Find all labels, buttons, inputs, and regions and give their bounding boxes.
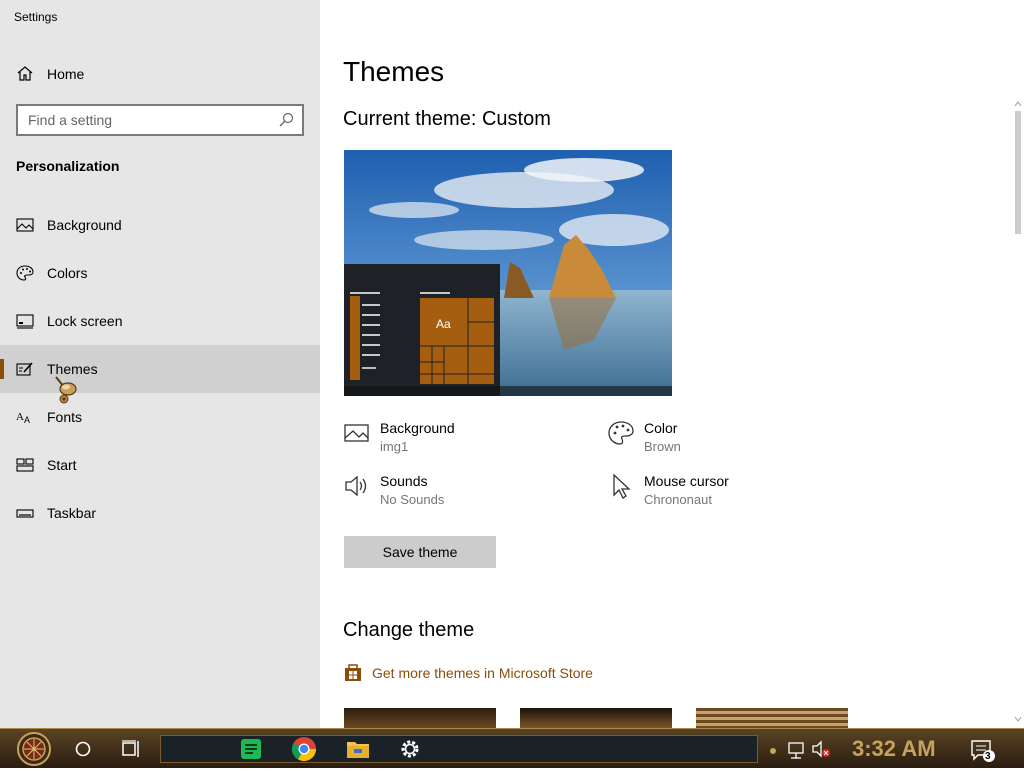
volume-muted-icon[interactable] bbox=[810, 731, 832, 767]
sounds-property[interactable]: Sounds No Sounds bbox=[344, 473, 564, 517]
chrome-icon[interactable] bbox=[290, 731, 318, 767]
notes-app-icon[interactable] bbox=[238, 731, 264, 767]
section-title: Personalization bbox=[16, 158, 120, 174]
sidebar-item-label: Colors bbox=[47, 265, 88, 281]
main-content: Themes Current theme: Custom Aa Backgrou… bbox=[320, 0, 1024, 728]
sidebar-item-themes[interactable]: Themes bbox=[0, 345, 320, 393]
mouse-cursor-property-name: Mouse cursor bbox=[644, 473, 729, 489]
start-orb-icon[interactable] bbox=[12, 731, 56, 767]
sidebar-item-lock-screen[interactable]: Lock screen bbox=[0, 297, 320, 345]
svg-text:A: A bbox=[24, 415, 30, 425]
change-theme-heading: Change theme bbox=[343, 619, 475, 641]
search-icon[interactable] bbox=[278, 112, 294, 128]
scroll-up-arrow-icon[interactable] bbox=[1012, 99, 1024, 109]
settings-window: Settings Home Personalization Background… bbox=[0, 0, 1024, 728]
preview-tile-text: Aa bbox=[436, 317, 451, 331]
taskbar-icon bbox=[16, 509, 34, 518]
cortana-icon[interactable] bbox=[70, 731, 96, 767]
sidebar-nav: Background Colors Lock screen Themes AA … bbox=[0, 201, 320, 537]
mouse-cursor-property-value: Chrononaut bbox=[644, 492, 712, 507]
scroll-down-arrow-icon[interactable] bbox=[1012, 714, 1024, 724]
themes-icon bbox=[16, 362, 33, 376]
picture-icon bbox=[344, 424, 369, 442]
sidebar-item-label: Background bbox=[47, 217, 122, 233]
theme-thumbnail[interactable] bbox=[696, 708, 848, 728]
action-center-button[interactable]: 3 bbox=[968, 731, 998, 767]
sidebar-item-label: Taskbar bbox=[47, 505, 97, 521]
page-title: Themes bbox=[343, 56, 445, 87]
lock-screen-icon bbox=[16, 314, 34, 329]
theme-preview: Aa bbox=[344, 150, 672, 396]
search-box[interactable] bbox=[16, 104, 304, 136]
background-property-name: Background bbox=[380, 420, 455, 436]
save-theme-button[interactable]: Save theme bbox=[344, 536, 496, 568]
sidebar-item-start[interactable]: Start bbox=[0, 441, 320, 489]
current-theme-heading: Current theme: Custom bbox=[343, 108, 551, 130]
theme-thumbnail[interactable] bbox=[520, 708, 672, 728]
picture-icon bbox=[16, 218, 34, 232]
mouse-cursor-property[interactable]: Mouse cursor Chrononaut bbox=[608, 473, 828, 517]
color-property-name: Color bbox=[644, 420, 678, 436]
sidebar-item-label: Fonts bbox=[47, 409, 83, 425]
sidebar-item-fonts[interactable]: AA Fonts bbox=[0, 393, 320, 441]
svg-text:A: A bbox=[16, 411, 24, 423]
sounds-property-value: No Sounds bbox=[380, 492, 445, 507]
app-title: Settings bbox=[14, 10, 58, 24]
color-property-value: Brown bbox=[644, 439, 681, 454]
settings-icon[interactable] bbox=[397, 731, 423, 767]
background-property[interactable]: Background img1 bbox=[344, 420, 564, 464]
search-input[interactable] bbox=[18, 106, 268, 134]
theme-preview-image bbox=[344, 150, 672, 396]
notification-icon bbox=[971, 740, 995, 762]
clock[interactable]: 3:32 AM bbox=[852, 736, 936, 762]
sidebar-item-background[interactable]: Background bbox=[0, 201, 320, 249]
sidebar-item-label: Lock screen bbox=[47, 313, 123, 329]
theme-thumbnail[interactable] bbox=[344, 708, 496, 728]
chrononaut-cursor-icon bbox=[55, 376, 77, 404]
network-icon[interactable] bbox=[786, 731, 806, 767]
background-property-value: img1 bbox=[380, 439, 409, 454]
task-view-icon[interactable] bbox=[118, 731, 144, 767]
palette-icon bbox=[16, 265, 34, 281]
fonts-icon: AA bbox=[16, 411, 30, 425]
sounds-property-name: Sounds bbox=[380, 473, 428, 489]
scrollbar-thumb[interactable] bbox=[1015, 111, 1021, 234]
vertical-scrollbar[interactable] bbox=[1012, 96, 1024, 728]
speaker-icon bbox=[345, 475, 367, 497]
taskbar: 3:32 AM 3 bbox=[0, 728, 1024, 768]
show-hidden-icons-icon[interactable] bbox=[766, 731, 780, 767]
home-icon bbox=[17, 66, 33, 81]
color-property[interactable]: Color Brown bbox=[608, 420, 828, 464]
start-icon bbox=[16, 458, 34, 472]
store-bag-icon bbox=[345, 664, 361, 681]
mouse-pointer-icon bbox=[613, 473, 631, 499]
sidebar-item-label: Start bbox=[47, 457, 77, 473]
sidebar: Settings Home Personalization Background… bbox=[0, 0, 320, 728]
sidebar-item-colors[interactable]: Colors bbox=[0, 249, 320, 297]
home-label: Home bbox=[47, 66, 85, 82]
sidebar-item-taskbar[interactable]: Taskbar bbox=[0, 489, 320, 537]
notification-count: 3 bbox=[985, 751, 991, 762]
home-button[interactable]: Home bbox=[0, 54, 320, 92]
file-explorer-icon[interactable] bbox=[344, 731, 372, 767]
palette-icon bbox=[608, 421, 634, 445]
store-link-label: Get more themes in Microsoft Store bbox=[372, 665, 593, 681]
